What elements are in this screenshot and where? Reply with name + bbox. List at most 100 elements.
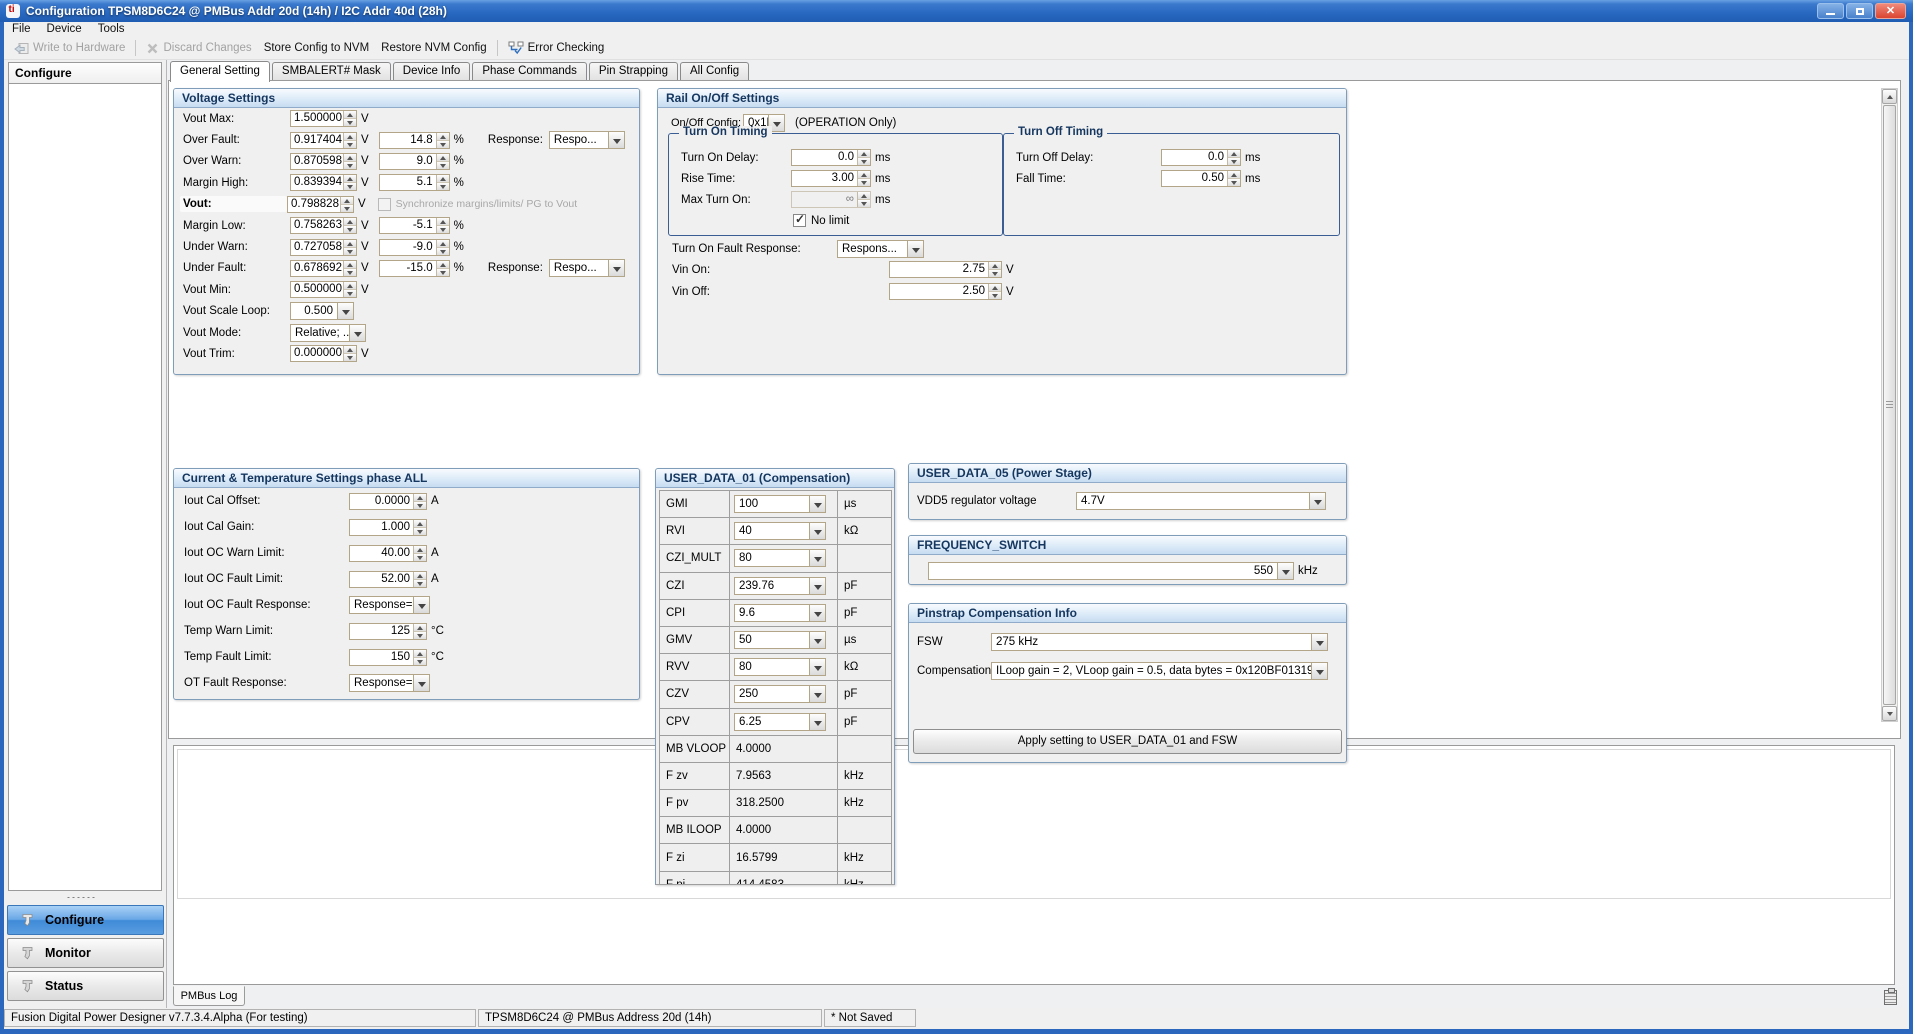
spin-down-icon[interactable]	[414, 580, 426, 587]
tab-all-config[interactable]: All Config	[680, 62, 749, 80]
scroll-up-icon[interactable]	[1882, 89, 1897, 104]
spin-up-icon[interactable]	[414, 546, 426, 554]
cpi-dropdown[interactable]: 9.6	[735, 605, 809, 621]
spin-up-icon[interactable]	[437, 240, 449, 248]
spin-down-icon[interactable]	[437, 141, 449, 148]
clipboard-icon[interactable]	[1884, 990, 1897, 1005]
write-to-hardware-button[interactable]: Write to Hardware	[8, 40, 131, 57]
spin-down-icon[interactable]	[414, 528, 426, 535]
czi-mult-dropdown[interactable]: 80	[735, 550, 809, 566]
over-warn-pct-input[interactable]: 9.0	[380, 154, 436, 169]
spin-up-icon[interactable]	[437, 175, 449, 183]
iout-cal-gain-input[interactable]: 1.000	[350, 520, 413, 535]
tab-pin-strapping[interactable]: Pin Strapping	[589, 62, 678, 80]
sidebar-tree-panel[interactable]	[8, 84, 162, 891]
sidebar-item-monitor[interactable]: Monitor	[7, 938, 164, 968]
spin-up-icon[interactable]	[1228, 150, 1240, 158]
vout-min-input[interactable]: 0.500000	[291, 282, 343, 297]
chevron-down-icon[interactable]	[608, 260, 624, 276]
chevron-down-icon[interactable]	[809, 632, 825, 648]
rvi-dropdown[interactable]: 40	[735, 523, 809, 539]
spin-down-icon[interactable]	[989, 270, 1001, 277]
spin-down-icon[interactable]	[414, 632, 426, 639]
spin-up-icon[interactable]	[344, 282, 356, 290]
apply-settings-button[interactable]: Apply setting to USER_DATA_01 and FSW	[913, 729, 1342, 754]
menu-item-device[interactable]: Device	[39, 22, 90, 37]
scrollbar-thumb[interactable]	[1883, 105, 1896, 705]
chevron-down-icon[interactable]	[1311, 634, 1327, 650]
spin-up-icon[interactable]	[437, 261, 449, 269]
spin-down-icon[interactable]	[437, 269, 449, 276]
czi-dropdown[interactable]: 239.76	[735, 578, 809, 594]
iout-oc-warn-limit-input[interactable]: 40.00	[350, 546, 413, 561]
vout-input[interactable]: 0.798828	[288, 197, 340, 212]
spin-up-icon[interactable]	[414, 650, 426, 658]
spin-down-icon[interactable]	[344, 119, 356, 126]
restore-nvm-config-button[interactable]: Restore NVM Config	[375, 40, 492, 56]
spin-up-icon[interactable]	[437, 133, 449, 141]
gmi-dropdown[interactable]: 100	[735, 496, 809, 512]
pmbus-log-text-area[interactable]	[177, 749, 1891, 899]
vout-mode-dropdown[interactable]: Relative; ...	[291, 325, 349, 341]
turn-on-fault-response-dropdown[interactable]: Respons...	[838, 241, 907, 257]
spin-up-icon[interactable]	[1228, 171, 1240, 179]
rvv-dropdown[interactable]: 80	[735, 659, 809, 675]
discard-changes-button[interactable]: Discard Changes	[140, 40, 257, 57]
chevron-down-icon[interactable]	[1311, 663, 1327, 679]
spin-up-icon[interactable]	[414, 520, 426, 528]
spin-down-icon[interactable]	[344, 183, 356, 190]
iout-oc-fault-response-dropdown[interactable]: Response=...	[350, 597, 413, 613]
fall-time-input[interactable]: 0.50	[1162, 171, 1227, 186]
spin-up-icon[interactable]	[989, 284, 1001, 292]
under-fault-response-dropdown[interactable]: Respo...	[550, 260, 608, 276]
chevron-down-icon[interactable]	[413, 597, 429, 613]
spin-down-icon[interactable]	[344, 248, 356, 255]
chevron-down-icon[interactable]	[809, 605, 825, 621]
vout-trim-input[interactable]: 0.000000	[291, 346, 343, 361]
spin-up-icon[interactable]	[344, 346, 356, 354]
spin-up-icon[interactable]	[858, 192, 870, 200]
spin-up-icon[interactable]	[437, 154, 449, 162]
spin-up-icon[interactable]	[414, 494, 426, 502]
temp-fault-limit-input[interactable]: 150	[350, 650, 413, 665]
scroll-down-icon[interactable]	[1882, 706, 1897, 721]
vertical-scrollbar[interactable]	[1881, 88, 1898, 722]
chevron-down-icon[interactable]	[608, 132, 624, 148]
close-button[interactable]: ✕	[1875, 3, 1906, 19]
spin-up-icon[interactable]	[858, 150, 870, 158]
store-config-to-nvm-button[interactable]: Store Config to NVM	[258, 40, 375, 56]
over-warn-input[interactable]: 0.870598	[291, 154, 343, 169]
chevron-down-icon[interactable]	[1277, 563, 1293, 579]
cpv-dropdown[interactable]: 6.25	[735, 714, 809, 730]
pmbus-log-tab[interactable]: PMBus Log	[173, 986, 245, 1006]
chevron-down-icon[interactable]	[809, 550, 825, 566]
spin-up-icon[interactable]	[414, 624, 426, 632]
spin-down-icon[interactable]	[858, 179, 870, 186]
vout-scale-loop-dropdown[interactable]: 0.500	[291, 303, 337, 319]
spin-down-icon[interactable]	[341, 205, 353, 212]
spin-up-icon[interactable]	[344, 154, 356, 162]
spin-up-icon[interactable]	[344, 261, 356, 269]
spin-down-icon[interactable]	[437, 183, 449, 190]
chevron-down-icon[interactable]	[349, 325, 365, 341]
spin-down-icon[interactable]	[344, 354, 356, 361]
turn-on-delay-input[interactable]: 0.0	[792, 150, 857, 165]
error-checking-button[interactable]: Error Checking	[502, 39, 611, 57]
menu-item-tools[interactable]: Tools	[90, 22, 133, 37]
vin-on-input[interactable]: 2.75	[890, 262, 988, 277]
chevron-down-icon[interactable]	[809, 523, 825, 539]
spin-up-icon[interactable]	[344, 240, 356, 248]
vout-max-input[interactable]: 1.500000	[291, 111, 343, 126]
tab-smbalert-mask[interactable]: SMBALERT# Mask	[272, 62, 391, 80]
over-fault-pct-input[interactable]: 14.8	[380, 133, 436, 148]
spin-up-icon[interactable]	[989, 262, 1001, 270]
tab-general-setting[interactable]: General Setting	[170, 61, 270, 82]
spin-down-icon[interactable]	[989, 292, 1001, 299]
spin-down-icon[interactable]	[437, 248, 449, 255]
sidebar-item-status[interactable]: Status	[7, 971, 164, 1001]
spin-down-icon[interactable]	[1228, 179, 1240, 186]
sidebar-splitter[interactable]	[8, 893, 162, 901]
iout-cal-offset-input[interactable]: 0.0000	[350, 494, 413, 509]
spin-down-icon[interactable]	[344, 290, 356, 297]
menu-item-file[interactable]: File	[4, 22, 39, 37]
